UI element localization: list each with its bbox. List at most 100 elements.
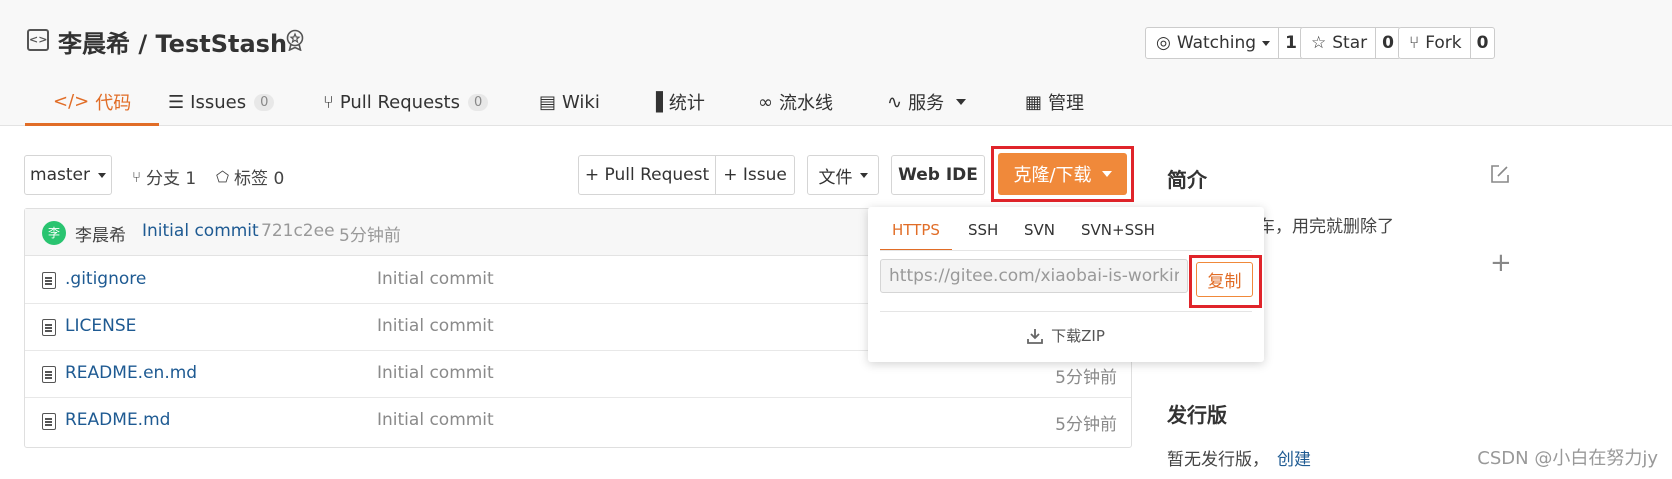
fork-label: Fork bbox=[1425, 33, 1462, 53]
file-commit-message[interactable]: Initial commit bbox=[377, 410, 494, 430]
no-releases-text: 暂无发行版， bbox=[1167, 450, 1269, 470]
file-time: 5分钟前 bbox=[1055, 368, 1117, 388]
tab-services[interactable]: ∿ 服务 bbox=[887, 80, 967, 124]
fork-count[interactable]: 0 bbox=[1469, 28, 1495, 58]
fork-icon: ⑂ bbox=[1409, 33, 1420, 53]
file-name[interactable]: LICENSE bbox=[65, 316, 136, 336]
intro-heading: 简介 bbox=[1167, 168, 1207, 192]
tab-manage[interactable]: ▦ 管理 bbox=[1025, 80, 1084, 124]
tab-pipeline[interactable]: ∞ 流水线 bbox=[758, 80, 833, 124]
clone-download-label: 克隆/下载 bbox=[1013, 165, 1092, 186]
new-issue-button[interactable]: + Issue bbox=[715, 155, 795, 195]
file-row: README.md Initial commit 5分钟前 bbox=[25, 398, 1131, 445]
repo-name[interactable]: TestStash bbox=[155, 30, 287, 58]
intro-text: 车，用完就删除了 bbox=[1258, 217, 1394, 237]
pipeline-icon: ∞ bbox=[758, 91, 773, 113]
pull-requests-count: 0 bbox=[467, 93, 489, 111]
create-release-link[interactable]: 创建 bbox=[1277, 450, 1311, 470]
file-icon bbox=[42, 366, 56, 383]
file-name[interactable]: README.en.md bbox=[65, 363, 197, 383]
download-icon bbox=[1027, 328, 1044, 344]
file-commit-message[interactable]: Initial commit bbox=[377, 269, 494, 289]
file-icon bbox=[42, 319, 56, 336]
repo-title: 李晨希 / TestStash bbox=[58, 24, 287, 59]
file-menu-button[interactable]: 文件 bbox=[807, 155, 879, 195]
tags-label: 标签 0 bbox=[234, 169, 285, 189]
fork-button[interactable]: ⑂ Fork 0 bbox=[1398, 27, 1496, 59]
dropdown-divider bbox=[880, 311, 1252, 312]
recommend-badge-icon bbox=[286, 29, 304, 51]
plus-icon[interactable]: + bbox=[1490, 250, 1512, 276]
watermark: CSDN @小白在努力jy bbox=[1477, 448, 1658, 469]
chevron-down-icon bbox=[1262, 40, 1271, 46]
clone-url-input[interactable] bbox=[880, 259, 1188, 293]
branch-icon: ⑂ bbox=[132, 167, 142, 186]
edit-icon[interactable] bbox=[1490, 164, 1510, 184]
tab-wiki-label: Wiki bbox=[562, 91, 600, 113]
file-icon bbox=[42, 272, 56, 289]
commit-author[interactable]: 李晨希 bbox=[75, 221, 126, 246]
tab-stats-label: 统计 bbox=[668, 93, 705, 114]
star-icon: ☆ bbox=[1311, 33, 1327, 53]
pull-request-icon: ⑂ bbox=[323, 91, 334, 113]
new-pull-request-button[interactable]: + Pull Request bbox=[578, 155, 716, 195]
file-commit-message[interactable]: Initial commit bbox=[377, 363, 494, 383]
chevron-down-icon bbox=[97, 172, 106, 178]
tab-code[interactable]: </> 代码 bbox=[25, 80, 160, 126]
file-icon bbox=[42, 413, 56, 430]
tab-ssh[interactable]: SSH bbox=[968, 219, 998, 251]
pulse-icon: ∿ bbox=[887, 91, 903, 113]
tab-pull-requests-label: Pull Requests bbox=[339, 91, 460, 113]
tags-link[interactable]: ⬠ 标签 0 bbox=[216, 164, 285, 190]
issues-count: 0 bbox=[254, 93, 275, 111]
commit-message[interactable]: Initial commit bbox=[142, 221, 259, 241]
branches-label: 分支 1 bbox=[146, 169, 197, 189]
chevron-down-icon bbox=[1101, 171, 1112, 177]
releases-heading: 发行版 bbox=[1167, 403, 1227, 427]
star-count[interactable]: 0 bbox=[1375, 28, 1400, 58]
chevron-down-icon bbox=[859, 172, 868, 178]
settings-doc-icon: ▦ bbox=[1025, 91, 1043, 113]
star-button[interactable]: ☆ Star 0 bbox=[1300, 27, 1401, 59]
eye-icon: ◎ bbox=[1156, 33, 1171, 53]
watch-label: Watching bbox=[1176, 33, 1257, 53]
branch-select[interactable]: master bbox=[24, 155, 112, 195]
file-menu-label: 文件 bbox=[818, 167, 853, 188]
tab-svn[interactable]: SVN bbox=[1024, 219, 1055, 251]
clone-download-button[interactable]: 克隆/下载 bbox=[998, 153, 1127, 195]
repo-owner[interactable]: 李晨希 bbox=[58, 30, 130, 58]
branch-name: master bbox=[30, 165, 90, 185]
tab-pull-requests[interactable]: ⑂ Pull Requests 0 bbox=[323, 80, 489, 124]
copy-button[interactable]: 复制 bbox=[1196, 262, 1253, 297]
tab-services-label: 服务 bbox=[908, 93, 945, 114]
tab-stats[interactable]: ▐ 统计 bbox=[649, 80, 705, 124]
tab-code-label: 代码 bbox=[95, 92, 132, 114]
chevron-down-icon bbox=[956, 99, 967, 105]
web-ide-button[interactable]: Web IDE bbox=[891, 155, 985, 195]
tab-issues[interactable]: ☰ Issues 0 bbox=[168, 80, 275, 124]
tab-svn-ssh[interactable]: SVN+SSH bbox=[1081, 219, 1155, 251]
tab-pipeline-label: 流水线 bbox=[779, 93, 833, 114]
tab-manage-label: 管理 bbox=[1048, 93, 1085, 114]
file-commit-message[interactable]: Initial commit bbox=[377, 316, 494, 336]
branches-link[interactable]: ⑂ 分支 1 bbox=[132, 164, 197, 190]
releases-text: 暂无发行版， 创建 bbox=[1167, 445, 1311, 470]
download-zip-link[interactable]: 下载ZIP bbox=[868, 325, 1264, 346]
book-icon: ▤ bbox=[539, 91, 557, 113]
code-icon: </> bbox=[53, 91, 90, 112]
commit-hash[interactable]: 721c2ee bbox=[261, 221, 335, 241]
code-repo-icon: <> bbox=[27, 29, 49, 51]
tab-wiki[interactable]: ▤ Wiki bbox=[539, 80, 600, 124]
web-ide-label: Web IDE bbox=[898, 165, 978, 185]
file-name[interactable]: .gitignore bbox=[65, 269, 146, 289]
tab-issues-label: Issues bbox=[190, 91, 247, 113]
tab-https[interactable]: HTTPS bbox=[880, 219, 952, 251]
bar-chart-icon: ▐ bbox=[649, 91, 663, 113]
file-time: 5分钟前 bbox=[1055, 415, 1117, 435]
file-name[interactable]: README.md bbox=[65, 410, 170, 430]
new-issue-label: + Issue bbox=[723, 165, 787, 185]
watch-button[interactable]: ◎ Watching 1 bbox=[1145, 27, 1304, 59]
tab-underline bbox=[880, 250, 1252, 251]
avatar[interactable]: 李 bbox=[42, 221, 66, 245]
download-zip-label: 下载ZIP bbox=[1051, 327, 1105, 345]
